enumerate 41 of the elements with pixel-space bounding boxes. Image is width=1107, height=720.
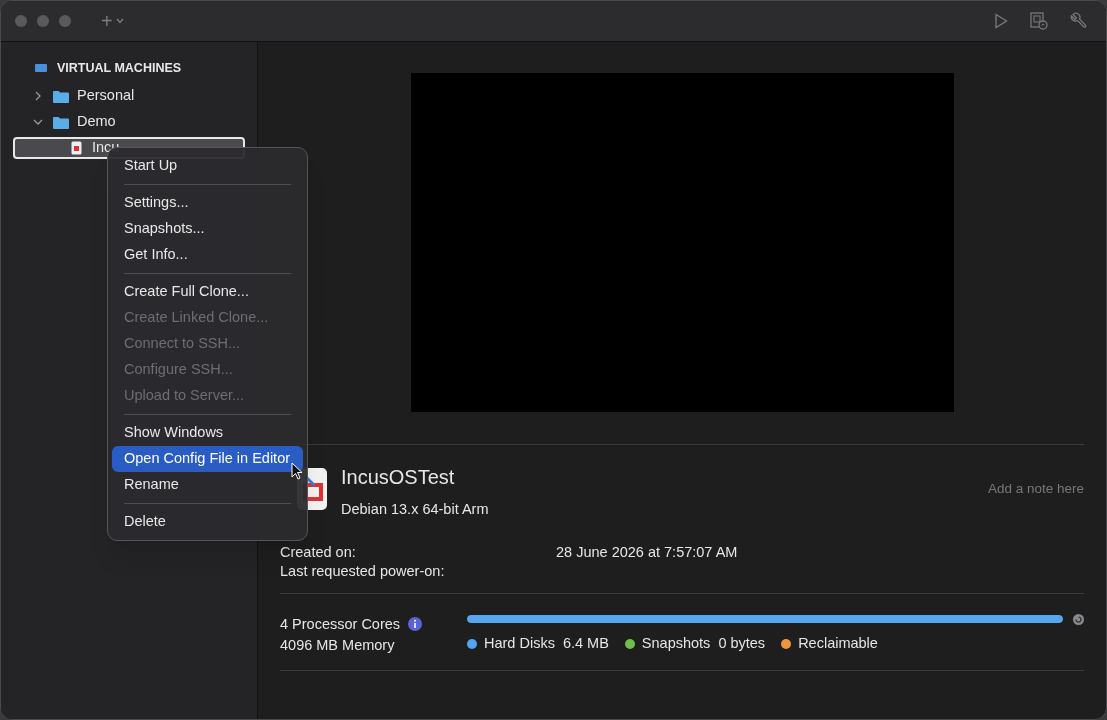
hardware-spec: 4096 MB Memory (280, 635, 395, 655)
sidebar-folder[interactable]: Demo (13, 109, 245, 135)
menu-item[interactable]: Delete (112, 509, 303, 535)
window-settings-icon[interactable] (1030, 12, 1048, 30)
chevron-down-icon[interactable] (33, 117, 43, 127)
minimize-window-button[interactable] (37, 15, 49, 27)
info-value: 28 June 2026 at 7:57:07 AM (556, 542, 738, 562)
legend-label: Snapshots (641, 633, 711, 653)
mouse-pointer-icon (291, 462, 303, 480)
wrench-icon[interactable] (1070, 12, 1088, 30)
menu-item[interactable]: Get Info... (112, 242, 303, 268)
folder-icon (53, 115, 69, 129)
hardware-spec: 4 Processor Cores (280, 614, 401, 634)
close-window-button[interactable] (15, 15, 27, 27)
info-icon[interactable] (408, 617, 423, 632)
refresh-icon[interactable] (1073, 613, 1084, 625)
play-icon[interactable] (994, 13, 1008, 29)
chevron-right-icon[interactable] (33, 91, 43, 101)
legend-label: Hard Disks (484, 633, 555, 653)
vm-name: IncusOSTest (341, 465, 456, 489)
info-label: Created on: (280, 542, 357, 562)
zoom-window-button[interactable] (59, 15, 71, 27)
menu-item[interactable]: Rename (112, 472, 303, 498)
menu-item[interactable]: Settings... (112, 190, 303, 216)
chevron-down-icon (115, 18, 124, 24)
section-title: VIRTUAL MACHINES (57, 59, 182, 77)
legend-value: 6.4 MB (562, 633, 609, 653)
info-label: Last requested power-on: (280, 561, 446, 581)
vm-os: Debian 13.x 64-bit Arm (341, 500, 489, 519)
sidebar-folder[interactable]: Personal (13, 83, 245, 109)
computer-icon (35, 63, 47, 73)
note-field[interactable]: Add a note here (884, 479, 1084, 500)
menu-item[interactable]: Create Full Clone... (112, 279, 303, 305)
menu-item[interactable]: Start Up (112, 153, 303, 179)
menu-item[interactable]: Show Windows (112, 420, 303, 446)
menu-item[interactable]: Snapshots... (112, 216, 303, 242)
folder-icon (53, 89, 69, 103)
legend-value: 0 bytes (718, 633, 766, 653)
menu-item[interactable]: Open Config File in Editor (112, 446, 303, 472)
legend-label: Reclaimable (798, 633, 878, 653)
document-icon (71, 141, 82, 155)
